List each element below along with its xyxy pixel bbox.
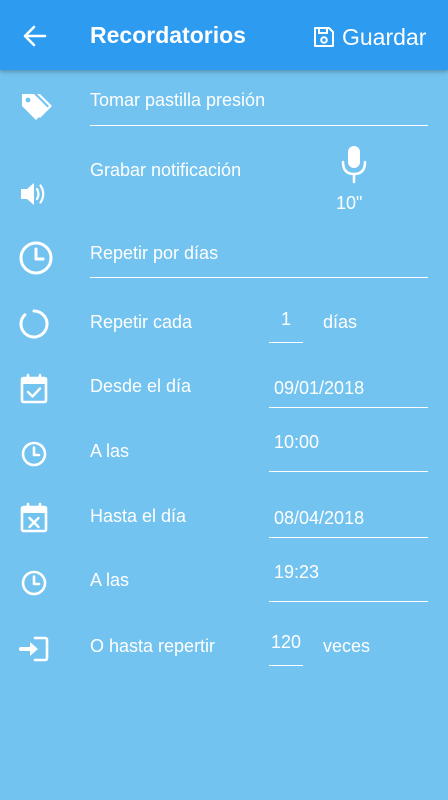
microphone-icon [341,146,367,184]
record-button[interactable] [336,144,372,189]
arrow-back-icon [23,25,47,47]
from-date-field[interactable]: 09/01/2018 [269,378,428,408]
until-date-value: 08/04/2018 [274,508,365,528]
from-time-value: 10:00 [274,432,320,452]
back-button[interactable] [18,20,52,52]
clock-icon [19,241,53,275]
from-time-label: A las [90,441,130,461]
repeat-every-label: Repetir cada [90,312,193,332]
record-duration: 10" [336,193,363,213]
or-until-input[interactable]: 120 [269,632,303,666]
save-icon [314,27,334,47]
reminder-name-value: Tomar pastilla presión [90,90,266,110]
save-button[interactable]: Guardar [312,20,426,54]
page-title: Recordatorios [90,22,246,48]
repeat-by-days-label: Repetir por días [90,243,219,263]
tag-icon [22,94,52,120]
reminder-name-field[interactable]: Tomar pastilla presión [90,90,428,126]
repeat-by-days-field[interactable]: Repetir por días [90,243,428,278]
until-time-value: 19:23 [274,562,320,582]
calendar-remove-icon [20,502,48,533]
login-icon [19,636,49,662]
until-time-field[interactable]: 19:23 [269,562,428,602]
until-date-field[interactable]: 08/04/2018 [269,508,428,538]
volume-icon [21,183,45,205]
clock-icon [21,441,47,467]
loading-circle-icon [19,309,49,339]
clock-icon [21,570,47,596]
until-time-label: A las [90,570,130,590]
repeat-every-value: 1 [280,309,291,329]
repeat-every-input[interactable]: 1 [269,309,303,343]
from-date-value: 09/01/2018 [274,378,365,398]
from-date-label: Desde el día [90,376,192,396]
until-date-label: Hasta el día [90,506,187,526]
save-label: Guardar [342,23,427,50]
calendar-check-icon [20,373,48,404]
or-until-unit: veces [323,636,371,656]
repeat-every-unit: días [323,312,358,332]
from-time-field[interactable]: 10:00 [269,432,428,472]
record-notification-label: Grabar notificación [90,160,242,180]
or-until-value: 120 [270,632,302,652]
or-until-label: O hasta repertir [90,636,216,656]
app-bar: Recordatorios Guardar [0,0,448,70]
